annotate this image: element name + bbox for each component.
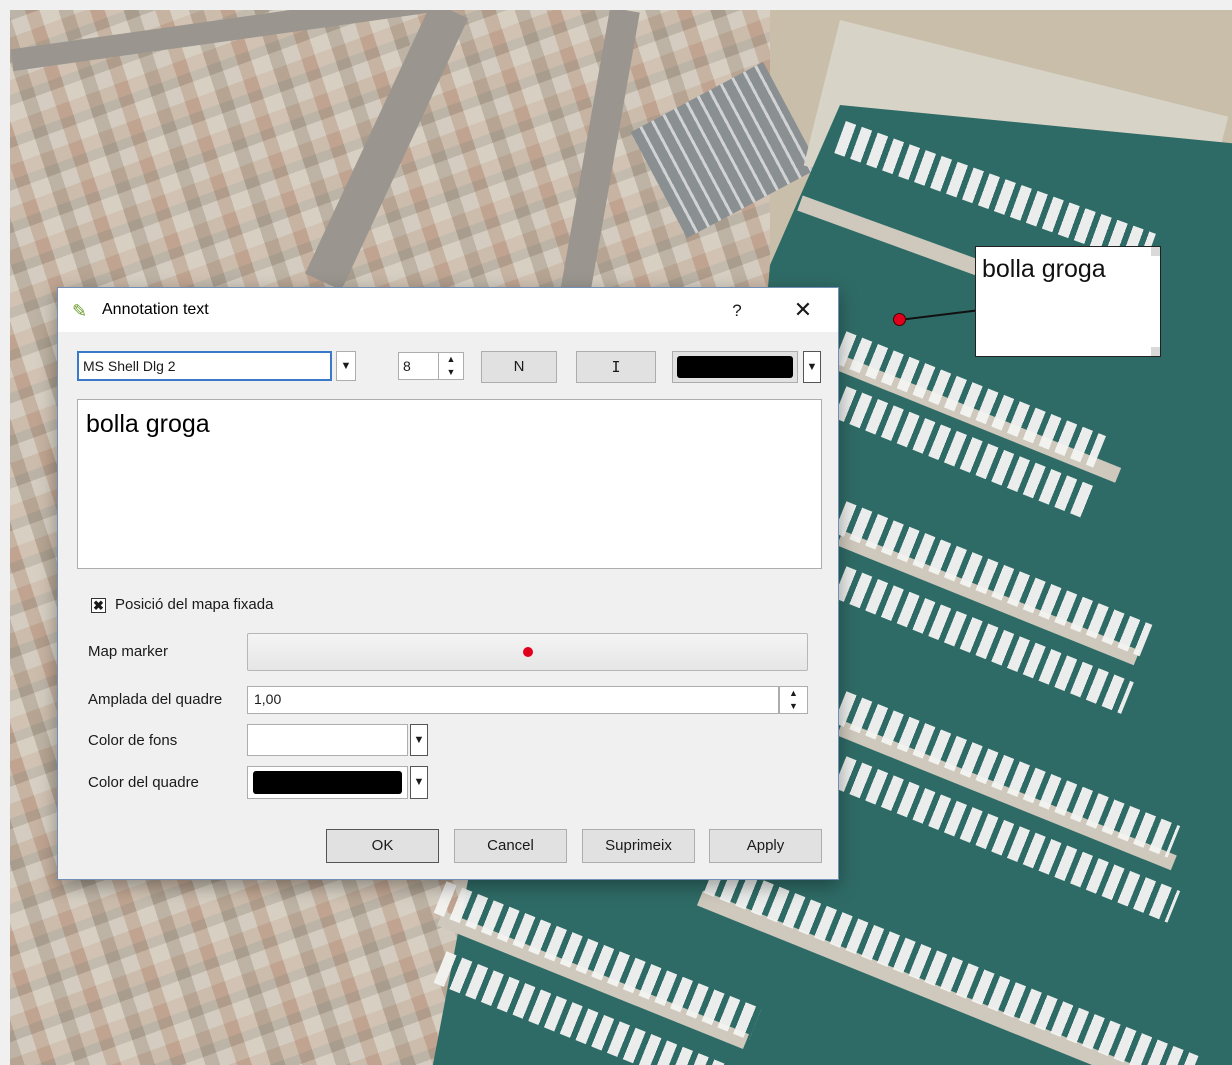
ok-button[interactable]: OK xyxy=(326,829,439,863)
help-button[interactable]: ? xyxy=(722,298,752,324)
background-color-dropdown-arrow[interactable]: ▼ xyxy=(410,724,428,756)
map-marker-label: Map marker xyxy=(88,643,169,660)
resize-handle[interactable] xyxy=(1151,247,1160,256)
apply-button[interactable]: Apply xyxy=(709,829,822,863)
pencil-icon: ✎ xyxy=(72,301,88,321)
text-color-dropdown-arrow[interactable]: ▼ xyxy=(803,351,821,383)
fixed-position-checkbox[interactable]: ✖ xyxy=(91,598,106,613)
map-annotation-box[interactable]: bolla groga xyxy=(975,246,1161,357)
frame-color-swatch xyxy=(253,771,402,794)
frame-color-dropdown-arrow[interactable]: ▼ xyxy=(410,766,428,799)
annotation-text-content: bolla groga xyxy=(86,410,210,438)
frame-color-label: Color del quadre xyxy=(88,774,199,791)
font-family-dropdown-arrow[interactable]: ▼ xyxy=(336,351,356,381)
background-color-label: Color de fons xyxy=(88,732,178,749)
font-size-spinbox[interactable]: 8 xyxy=(398,352,438,380)
bold-button[interactable]: N xyxy=(481,351,557,383)
map-annotation-text: bolla groga xyxy=(982,255,1106,283)
text-color-swatch xyxy=(677,356,793,378)
font-size-spin-arrows[interactable]: ▲ ▼ xyxy=(438,352,464,380)
font-family-combo[interactable]: MS Shell Dlg 2 xyxy=(77,351,332,381)
dialog-title: Annotation text xyxy=(102,301,209,318)
annotation-marker[interactable] xyxy=(893,313,906,326)
close-button[interactable]: ✕ xyxy=(786,296,820,324)
marker-symbol-preview xyxy=(523,647,533,657)
frame-width-value: 1,00 xyxy=(254,691,282,707)
italic-button[interactable]: I xyxy=(576,351,656,383)
font-size-value: 8 xyxy=(403,358,411,374)
frame-width-spin-arrows[interactable]: ▲ ▼ xyxy=(779,686,808,714)
frame-color-button[interactable] xyxy=(247,766,408,799)
frame-width-input[interactable]: 1,00 xyxy=(247,686,779,714)
background-color-button[interactable] xyxy=(247,724,408,756)
delete-button[interactable]: Suprimeix xyxy=(582,829,695,863)
map-marker-symbol-button[interactable] xyxy=(247,633,808,671)
font-family-value: MS Shell Dlg 2 xyxy=(83,358,176,374)
annotation-text-editor[interactable]: bolla groga xyxy=(77,399,822,569)
annotation-text-dialog: ✎ Annotation text ? ✕ MS Shell Dlg 2 ▼ 8… xyxy=(57,287,839,880)
frame-width-label: Amplada del quadre xyxy=(88,691,223,708)
dialog-titlebar[interactable]: ✎ Annotation text ? ✕ xyxy=(58,288,838,332)
cancel-button[interactable]: Cancel xyxy=(454,829,567,863)
fixed-position-label[interactable]: Posició del mapa fixada xyxy=(115,596,273,613)
resize-handle[interactable] xyxy=(1151,347,1160,356)
text-color-button[interactable] xyxy=(672,351,798,383)
